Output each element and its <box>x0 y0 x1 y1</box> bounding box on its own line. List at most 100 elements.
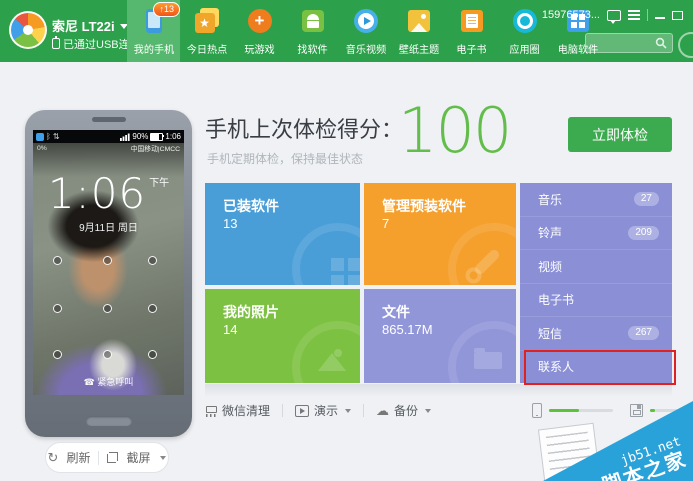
signal-icon <box>120 133 131 141</box>
divider <box>282 404 284 417</box>
picture-icon <box>406 8 432 34</box>
refresh-icon: ↻ <box>47 449 59 465</box>
sync-icon: ⇅ <box>52 131 60 141</box>
tab-music-video[interactable]: 音乐视频 <box>339 0 392 62</box>
media-row-sms[interactable]: 短信 267 <box>520 317 672 351</box>
lockscreen-photo: 0% 中国移动|CMCC 1:06 下午 9月11日 周日 ☎ 紧急呼叫 <box>33 143 184 395</box>
pattern-dot <box>148 256 157 265</box>
emergency-call: ☎ 紧急呼叫 <box>83 377 134 387</box>
pattern-dot <box>53 304 62 313</box>
chevron-down-icon <box>160 455 167 460</box>
clock-date: 9月11日 周日 <box>79 223 138 234</box>
tile-my-photos[interactable]: 我的照片 14 <box>205 289 360 383</box>
device-selector[interactable]: 索尼 LT22i <box>52 16 128 35</box>
tab-games[interactable]: + 玩游戏 <box>233 0 286 62</box>
tab-wallpaper-theme[interactable]: 壁纸主题 <box>392 0 445 62</box>
screenshot-button[interactable]: 截屏 <box>126 449 150 466</box>
count-badge: 267 <box>628 326 659 341</box>
pattern-dot <box>103 256 112 265</box>
pattern-dot <box>103 304 112 313</box>
usb-icon <box>52 36 60 49</box>
count-badge: 27 <box>633 192 659 207</box>
maximize-button[interactable] <box>672 10 683 20</box>
app-window: 索尼 LT22i 已通过USB连接 ↑13 我的手机 ★ 今日热点 + 玩游戏 … <box>0 0 693 481</box>
battery-icon <box>150 132 165 141</box>
wechat-clean-button[interactable]: 微信清理 <box>205 402 270 419</box>
pattern-dot <box>148 350 157 359</box>
checkup-now-button[interactable]: 立即体检 <box>568 117 672 152</box>
home-button-slot <box>85 416 132 426</box>
media-row-contacts[interactable]: 联系人 <box>520 351 672 384</box>
tab-ebook[interactable]: 电子书 <box>445 0 498 62</box>
apps-grid-icon <box>292 223 360 285</box>
pattern-dot <box>148 304 157 313</box>
clock-time: 1:06 <box>47 169 147 218</box>
app-logo-icon[interactable] <box>9 11 47 49</box>
chevron-down-icon <box>425 408 432 413</box>
status-time: 1:06 <box>165 132 181 141</box>
backup-button[interactable]: ☁ 备份 <box>376 402 432 419</box>
main-tabs: ↑13 我的手机 ★ 今日热点 + 玩游戏 找软件 音乐视频 壁纸主题 电子书 … <box>127 0 604 62</box>
divider <box>363 404 365 417</box>
tile-preinstalled-apps[interactable]: 管理预装软件 7 <box>364 183 516 285</box>
lockscreen-clock: 1:06 下午 9月11日 周日 <box>33 173 184 235</box>
play-circle-icon <box>353 8 379 34</box>
page-subtitle: 手机定期体检，保持最佳状态 <box>207 152 364 166</box>
divider <box>647 9 648 21</box>
header-toolbar: 索尼 LT22i 已通过USB连接 ↑13 我的手机 ★ 今日热点 + 玩游戏 … <box>0 0 693 62</box>
storage-sliders <box>532 403 688 418</box>
header-right-controls: 15976573... <box>541 9 683 24</box>
carrier-label: 中国移动|CMCC <box>130 144 180 153</box>
ring-icon <box>512 8 538 34</box>
account-number: 15976573... <box>541 9 600 21</box>
search-box <box>585 33 673 53</box>
charge-percent: 0% <box>37 144 47 152</box>
usb-debug-icon <box>36 132 44 141</box>
search-icon[interactable] <box>655 37 667 49</box>
tab-find-apps[interactable]: 找软件 <box>286 0 339 62</box>
phone-mockup: ᛒ ⇅ 90% 1:06 0% 中国移动|CMCC 1:06 下午 9月11日 … <box>25 110 192 437</box>
minimize-button[interactable] <box>655 17 665 19</box>
media-row-videos[interactable]: 视频 <box>520 250 672 284</box>
pattern-dot <box>53 350 62 359</box>
bluetooth-icon: ᛒ <box>46 131 51 141</box>
book-icon <box>459 8 485 34</box>
divider <box>98 450 100 465</box>
tiles-reflection <box>205 384 672 397</box>
brush-icon <box>205 405 217 417</box>
chevron-down-icon <box>345 408 352 413</box>
pattern-dot <box>103 350 112 359</box>
page-title: 手机上次体检得分： <box>205 117 404 142</box>
search-input[interactable] <box>590 35 658 53</box>
battery-percent: 90% <box>132 132 149 141</box>
demo-button[interactable]: 演示 <box>295 402 352 419</box>
crop-icon <box>107 452 119 463</box>
phone-screen: ᛒ ⇅ 90% 1:06 0% 中国移动|CMCC 1:06 下午 9月11日 … <box>33 130 184 395</box>
tab-hot-today[interactable]: ★ 今日热点 <box>180 0 233 62</box>
message-icon[interactable] <box>607 9 621 24</box>
android-icon <box>300 8 326 34</box>
cloud-icon: ☁ <box>376 403 390 418</box>
phone-storage-slider[interactable] <box>549 409 613 412</box>
tile-files[interactable]: 文件 865.17M <box>364 289 516 383</box>
clock-period: 下午 <box>149 178 170 189</box>
media-row-music[interactable]: 音乐 27 <box>520 183 672 217</box>
refresh-button[interactable]: 刷新 <box>66 449 90 466</box>
tab-my-phone[interactable]: ↑13 我的手机 <box>127 0 180 62</box>
tile-installed-apps[interactable]: 已装软件 13 <box>205 183 360 285</box>
folder-star-icon: ★ <box>194 8 220 34</box>
pattern-dot <box>53 256 62 265</box>
play-box-icon <box>295 404 310 417</box>
gamepad-icon: + <box>247 8 273 34</box>
media-row-ebooks[interactable]: 电子书 <box>520 284 672 317</box>
menu-icon[interactable] <box>628 10 640 20</box>
bottom-action-bar: 微信清理 演示 ☁ 备份 <box>205 402 432 419</box>
phone-storage-icon <box>532 403 542 418</box>
media-row-ringtones[interactable]: 铃声 209 <box>520 217 672 250</box>
phone-action-bar: ↻ 刷新 截屏 <box>45 442 169 473</box>
phone-status-bar: ᛒ ⇅ 90% 1:06 <box>33 130 184 143</box>
feedback-button[interactable] <box>678 32 693 58</box>
update-badge: ↑13 <box>153 2 180 17</box>
device-name: 索尼 LT22i <box>52 19 115 34</box>
phone-speaker <box>91 117 126 122</box>
